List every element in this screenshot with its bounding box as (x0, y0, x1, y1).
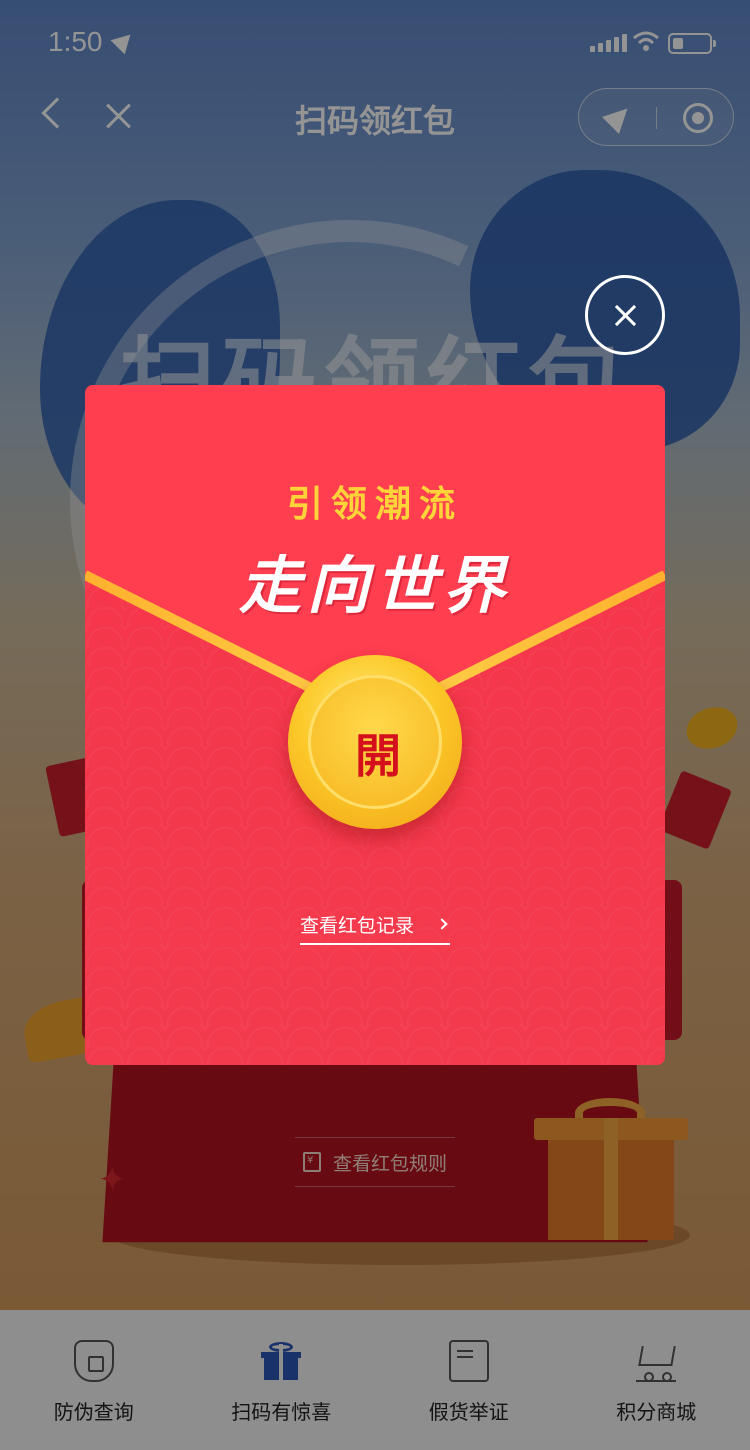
view-records-link[interactable]: 查看红包记录 (300, 907, 450, 945)
open-button[interactable]: 開 (288, 655, 462, 829)
chevron-right-icon (436, 918, 448, 930)
red-packet-modal: 引领潮流 走向世界 開 查看红包记录 (85, 385, 665, 1065)
open-char: 開 (355, 729, 401, 783)
slogan-text: 引领潮流 (286, 484, 463, 525)
view-records-label: 查看红包记录 (300, 915, 415, 937)
modal-close-button[interactable] (585, 275, 665, 355)
headline-text: 走向世界 (238, 549, 511, 622)
